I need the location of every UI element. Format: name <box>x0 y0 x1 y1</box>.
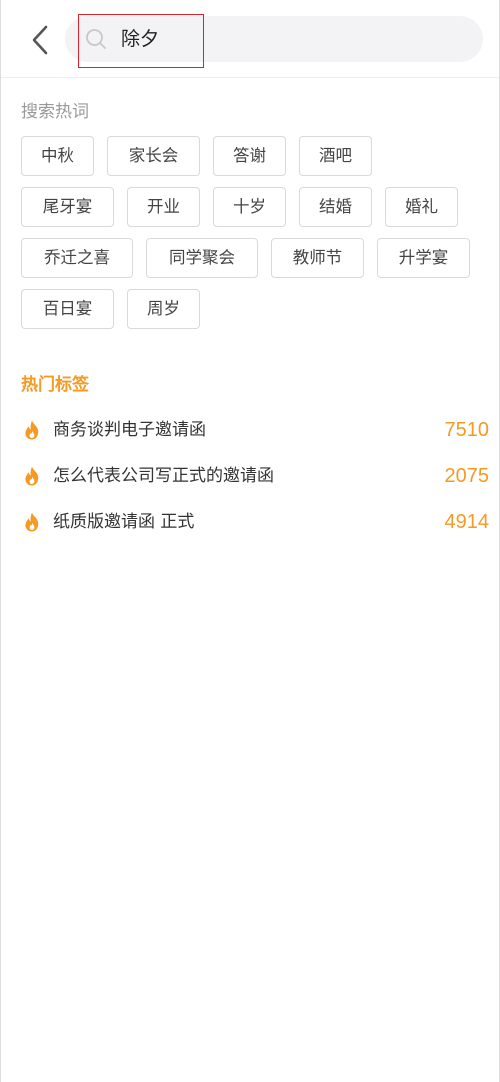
tag-jiazhanghui[interactable]: 家长会 <box>107 136 200 176</box>
tag-hunli[interactable]: 婚礼 <box>385 187 458 227</box>
search-header <box>1 0 499 78</box>
tag-bairiyan[interactable]: 百日宴 <box>21 289 114 329</box>
tag-weiyayan[interactable]: 尾牙宴 <box>21 187 114 227</box>
tag-qiaoqianzhixi[interactable]: 乔迁之喜 <box>21 238 133 278</box>
hot-tags-list: 商务谈判电子邀请函 7510 怎么代表公司写正式的邀请函 2075 纸质版邀请函… <box>21 408 491 546</box>
list-item[interactable]: 商务谈判电子邀请函 7510 <box>21 408 491 454</box>
hot-tag-count: 4914 <box>444 511 490 533</box>
hot-tag-text: 纸质版邀请函 正式 <box>53 512 195 532</box>
tag-zhousui[interactable]: 周岁 <box>127 289 200 329</box>
tag-jiehun[interactable]: 结婚 <box>299 187 372 227</box>
tag-shengxueyan[interactable]: 升学宴 <box>377 238 470 278</box>
search-icon <box>86 29 106 49</box>
tag-kaiye[interactable]: 开业 <box>127 187 200 227</box>
fire-icon <box>25 420 39 440</box>
tag-tongxuejuhui[interactable]: 同学聚会 <box>146 238 258 278</box>
hot-tag-text: 怎么代表公司写正式的邀请函 <box>53 466 274 486</box>
hot-tags-title: 热门标签 <box>21 375 89 395</box>
hot-tag-text: 商务谈判电子邀请函 <box>53 420 206 440</box>
hot-tag-count: 2075 <box>444 465 490 487</box>
list-item[interactable]: 怎么代表公司写正式的邀请函 2075 <box>21 454 491 500</box>
tag-row: 尾牙宴 开业 十岁 结婚 婚礼 <box>21 187 481 227</box>
search-input[interactable] <box>121 22 421 56</box>
list-item[interactable]: 纸质版邀请函 正式 4914 <box>21 500 491 546</box>
fire-icon <box>25 512 39 532</box>
tag-zhongqiu[interactable]: 中秋 <box>21 136 94 176</box>
fire-icon <box>25 466 39 486</box>
tag-shisui[interactable]: 十岁 <box>213 187 286 227</box>
tag-row: 乔迁之喜 同学聚会 教师节 升学宴 <box>21 238 481 278</box>
tag-row: 中秋 家长会 答谢 酒吧 <box>21 136 481 176</box>
hot-tag-count: 7510 <box>444 419 490 441</box>
chevron-left-icon <box>32 25 48 55</box>
tag-daxie[interactable]: 答谢 <box>213 136 286 176</box>
hot-words-tags: 中秋 家长会 答谢 酒吧 尾牙宴 开业 十岁 结婚 婚礼 乔迁之喜 同学聚会 教… <box>21 136 481 340</box>
tag-jiuba[interactable]: 酒吧 <box>299 136 372 176</box>
tag-row: 百日宴 周岁 <box>21 289 481 329</box>
back-button[interactable] <box>25 20 57 60</box>
hot-words-title: 搜索热词 <box>21 102 89 122</box>
tag-jiaoshijie[interactable]: 教师节 <box>271 238 364 278</box>
